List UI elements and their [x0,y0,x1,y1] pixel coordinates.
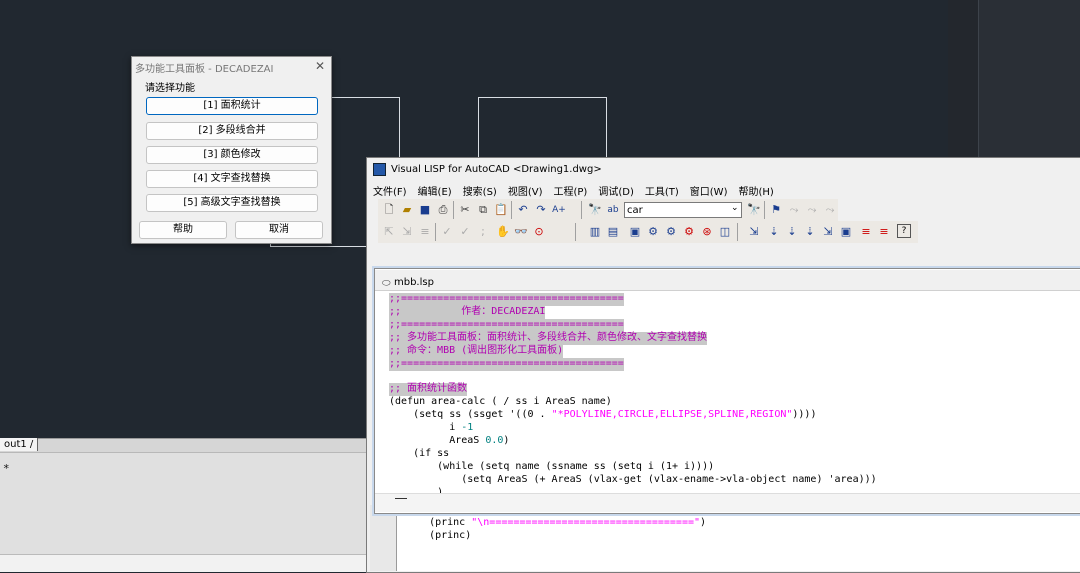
vlisp-app-icon [373,163,386,176]
inspect-icon[interactable]: ⚙ [645,224,661,240]
code-comment: ;; 面积统计函数 [389,383,468,396]
open-file-icon[interactable]: ▰ [399,202,415,218]
lisp-file-icon: ⬭ [382,278,391,289]
undo-icon[interactable]: ↶ [515,202,531,218]
quit-icon[interactable]: ⇲ [820,224,836,240]
code-line: i -1 [389,422,474,433]
trace-icon[interactable]: ⚙ [663,224,679,240]
copy-icon[interactable]: ⧉ [475,202,491,218]
menu-edit[interactable]: 编辑(E) [418,183,452,198]
toggle-bookmark-icon[interactable]: ⚑ [768,202,784,218]
code-line: (defun area-calc ( / ss i AreaS name) [389,396,612,407]
hand-icon[interactable]: ✋ [495,224,511,240]
console-icon[interactable]: ▣ [627,224,643,240]
add-watch-icon[interactable]: ≡ [876,224,892,240]
close-icon[interactable]: ✕ [315,59,325,73]
back-editor-strip [370,505,397,571]
menu-search[interactable]: 搜索(S) [463,183,497,198]
prev-bookmark-icon[interactable]: ⤳ [804,202,820,218]
layout-tab-bar [0,438,370,453]
dialog-title: 多功能工具面板 - DECADEZAI [135,64,274,75]
complete-word-icon[interactable]: A+ [551,202,567,218]
watch-icon[interactable]: ⊙ [531,224,547,240]
symbol-service-icon[interactable]: ⚙ [681,224,697,240]
load-text-icon[interactable]: ⇱ [381,224,397,240]
code-line: (if ss [389,448,450,459]
code-comment: ;; 命令：MBB (调出图形化工具面板) [389,345,564,358]
find-icon[interactable]: 🔭 [587,202,603,218]
menu-tools[interactable]: 工具(T) [645,183,679,198]
next-bookmark-icon[interactable]: ⤳ [786,202,802,218]
code-line: (princ) [405,530,472,541]
code-comment: ;; 作者：DECADEZAI [389,306,546,319]
menu-view[interactable]: 视图(V) [508,183,543,198]
check-text-icon[interactable]: ✓ [439,224,455,240]
cancel-button[interactable]: 取消 [235,221,323,239]
help-button[interactable]: 帮助 [139,221,227,239]
paste-icon[interactable]: 📋 [493,202,509,218]
code-line: (setq AreaS (+ AreaS (vlax-get (vlax-ena… [389,474,877,485]
find-toolbar-icon[interactable]: 🔭 [746,202,762,218]
canvas-right-panel [948,0,1080,160]
command-text: * [0,462,9,475]
step-into-icon[interactable]: ⇲ [746,224,762,240]
tool-panel-dialog: 多功能工具面板 - DECADEZAI ✕ 请选择功能 [1] 面积统计 [2]… [131,56,332,244]
continue-icon[interactable]: ⇣ [802,224,818,240]
area-stats-button[interactable]: [1] 面积统计 [146,97,318,115]
apropos-icon[interactable]: ⊛ [699,224,715,240]
menu-project[interactable]: 工程(P) [554,183,588,198]
step-over-icon[interactable]: ⇣ [766,224,782,240]
code-comment: ;; 多功能工具面板：面积统计、多段线合并、颜色修改、文字查找替换 [389,332,708,345]
menu-help[interactable]: 帮助(H) [738,183,773,198]
check-selection-icon[interactable]: ✓ [457,224,473,240]
command-window[interactable] [0,452,370,555]
code-comment: ;;===================================== [389,319,624,332]
code-line: (while (setq name (ssname ss (setq i (1+… [389,461,715,472]
load-selection-icon[interactable]: ⇲ [399,224,415,240]
menu-window[interactable]: 窗口(W) [690,183,728,198]
format-icon[interactable]: ≡ [417,224,433,240]
chevron-down-icon[interactable]: ⌄ [731,203,739,213]
new-file-icon[interactable]: 🗋 [381,202,397,218]
code-line: (setq ss (ssget '((0 . "*POLYLINE,CIRCLE… [389,409,817,420]
editor-statusbar [375,493,1080,512]
code-comment: ;;===================================== [389,358,624,371]
code-line: (princ "\n==============================… [405,517,707,528]
glasses-icon[interactable]: 👓 [513,224,529,240]
advanced-text-replace-button[interactable]: [5] 高级文字查找替换 [146,194,318,212]
step-out-icon[interactable]: ⇣ [784,224,800,240]
redo-icon[interactable]: ↷ [533,202,549,218]
replace-icon[interactable]: ab [605,202,621,218]
search-combo[interactable]: car [624,202,742,218]
reset-icon[interactable]: ▣ [838,224,854,240]
cursor-position-mark [395,498,407,499]
help-lookup-icon[interactable]: ◫ [717,224,733,240]
menu-debug[interactable]: 调试(D) [598,183,634,198]
code-line: AreaS 0.0) [389,435,510,446]
toggle-breakpoint-icon[interactable]: ≡ [858,224,874,240]
polyline-merge-button[interactable]: [2] 多段线合并 [146,122,318,140]
color-modify-button[interactable]: [3] 颜色修改 [146,146,318,164]
editor-titlebar [375,270,1080,291]
layout-tab[interactable]: out1 / [0,438,39,451]
comment-block-icon[interactable]: ; [475,224,491,240]
text-replace-button[interactable]: [4] 文字查找替换 [146,170,318,188]
save-icon[interactable]: ■ [417,202,433,218]
vlisp-title: Visual LISP for AutoCAD <Drawing1.dwg> [391,164,602,175]
code-comment: ;;===================================== [389,293,624,306]
load-active-icon[interactable]: ▤ [605,224,621,240]
clear-bookmarks-icon[interactable]: ⤳ [822,202,838,218]
menu-bar: 文件(F) 编辑(E) 搜索(S) 视图(V) 工程(P) 调试(D) 工具(T… [373,183,774,198]
print-icon[interactable]: ⎙ [435,202,451,218]
cut-icon[interactable]: ✂ [457,202,473,218]
help-icon[interactable]: ? [897,224,911,238]
status-bar [0,554,370,572]
dialog-prompt: 请选择功能 [145,83,195,94]
activate-autocad-icon[interactable]: ▥ [587,224,603,240]
editor-title: mbb.lsp [394,277,434,288]
menu-file[interactable]: 文件(F) [373,183,407,198]
